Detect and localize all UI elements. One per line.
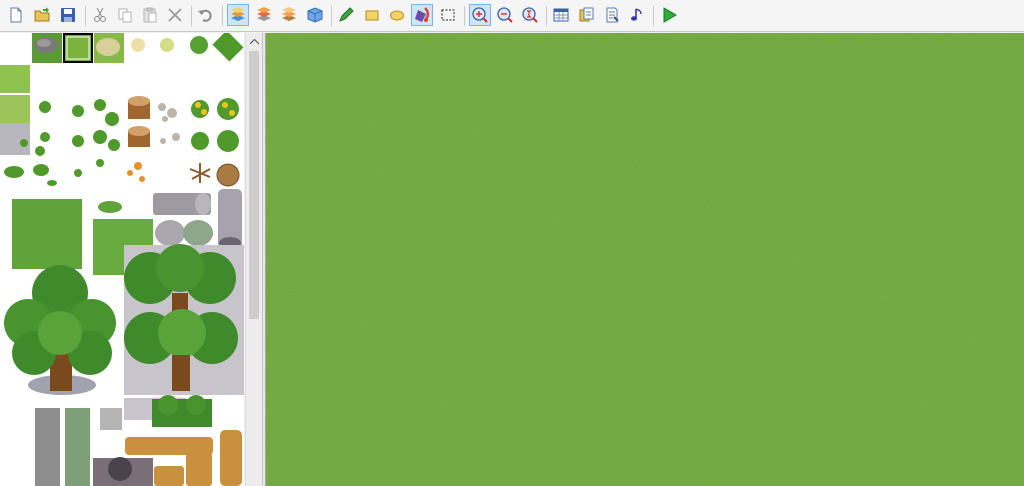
zoom-in-icon[interactable] <box>469 4 491 26</box>
save-project-icon[interactable] <box>57 4 79 26</box>
tileset-scrollbar[interactable] <box>245 33 262 486</box>
layer-lower-icon[interactable] <box>227 4 249 26</box>
tileset-palette[interactable] <box>0 33 244 486</box>
sound-test-icon[interactable] <box>626 4 648 26</box>
zoom-out-icon[interactable] <box>494 4 516 26</box>
copy-icon[interactable] <box>114 4 136 26</box>
rectangle-icon[interactable] <box>361 4 383 26</box>
scroll-up-arrow-icon[interactable] <box>246 33 262 50</box>
layer-region-icon[interactable] <box>304 4 326 26</box>
tile-large-tree[interactable] <box>4 265 116 395</box>
tile-shrubs[interactable] <box>20 99 120 177</box>
tile-flowers-small[interactable] <box>131 33 244 62</box>
tile-grass-selected[interactable] <box>63 33 93 63</box>
tile-tree-stumps[interactable] <box>128 96 150 147</box>
tile-lily-pads[interactable] <box>4 164 57 186</box>
pencil-icon[interactable] <box>335 4 357 26</box>
zoom-actual-icon[interactable] <box>519 4 541 26</box>
tile-grass-autotile[interactable] <box>0 65 30 93</box>
toolbar <box>0 0 1024 32</box>
script-editor-icon[interactable] <box>601 4 623 26</box>
playtest-icon[interactable] <box>658 4 680 26</box>
shadow-pen-icon[interactable] <box>437 4 459 26</box>
paste-icon[interactable] <box>139 4 161 26</box>
undo-icon[interactable] <box>195 4 217 26</box>
tile-yellow-flowers[interactable] <box>191 98 239 152</box>
cut-icon[interactable] <box>89 4 111 26</box>
map-canvas[interactable] <box>266 33 1024 486</box>
tile-tree-canopy-right[interactable] <box>124 244 244 395</box>
new-project-icon[interactable] <box>5 4 27 26</box>
ellipse-icon[interactable] <box>386 4 408 26</box>
flood-fill-icon[interactable] <box>411 4 433 26</box>
tile-twigs[interactable] <box>189 163 240 187</box>
layer-upper-icon[interactable] <box>253 4 275 26</box>
scrollbar-thumb[interactable] <box>249 51 259 319</box>
tile-sand-grass[interactable] <box>94 33 124 63</box>
resource-manager-icon[interactable] <box>576 4 598 26</box>
tile-tall-grass-large[interactable] <box>12 199 82 269</box>
tile-stone-floor[interactable] <box>0 123 30 155</box>
database-icon[interactable] <box>550 4 572 26</box>
tile-rock-grass[interactable] <box>32 33 62 63</box>
tile-grass-edge[interactable] <box>0 95 30 123</box>
tile-pebbles[interactable] <box>158 103 180 144</box>
tile-mushrooms[interactable] <box>127 162 145 182</box>
open-project-icon[interactable] <box>31 4 53 26</box>
tile-bush-canopy[interactable] <box>152 395 212 427</box>
tile-grass-tuft[interactable] <box>98 201 122 213</box>
delete-icon[interactable] <box>164 4 186 26</box>
layer-event-icon[interactable] <box>278 4 300 26</box>
tile-boulders[interactable] <box>155 220 213 246</box>
